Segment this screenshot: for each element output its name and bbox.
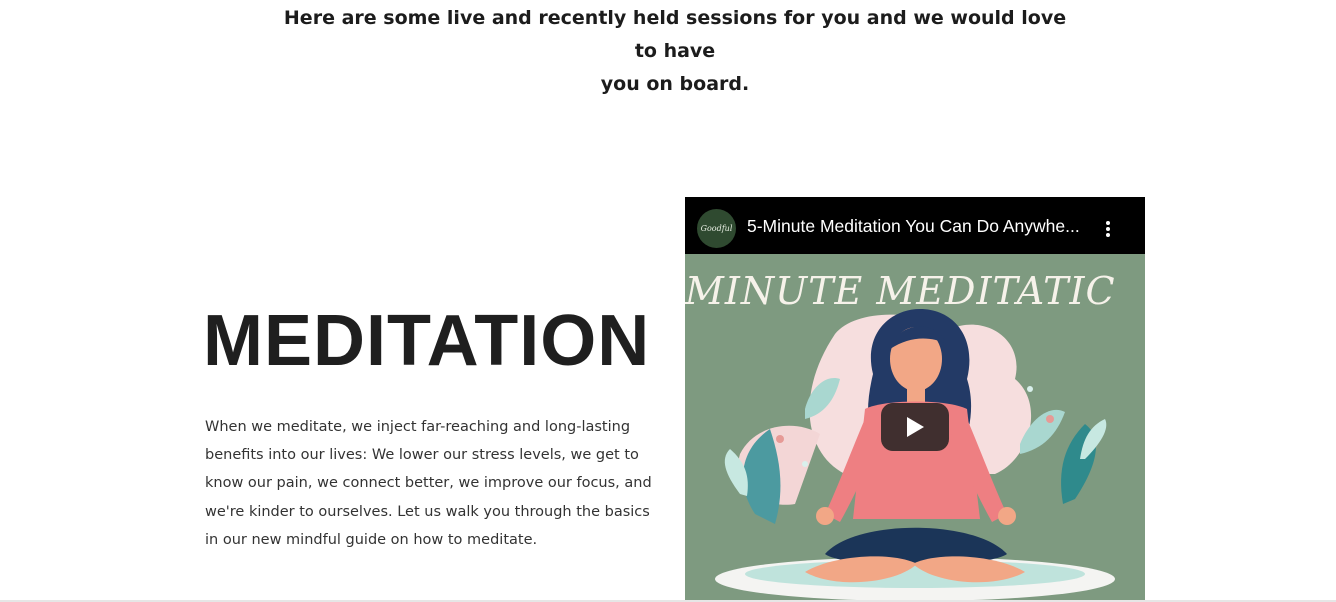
more-vertical-icon[interactable] (1097, 217, 1119, 241)
channel-logo-text: Goodful (700, 224, 733, 233)
intro-line-1: Here are some live and recently held ses… (283, 7, 1067, 62)
video-title-bar: Goodful 5-Minute Meditation You Can Do A… (685, 197, 1145, 254)
video-title[interactable]: 5-Minute Meditation You Can Do Anywhe... (747, 216, 1092, 237)
intro-line-2: you on board. (600, 73, 750, 95)
channel-avatar[interactable]: Goodful (697, 209, 736, 248)
intro-text: Here are some live and recently held ses… (280, 2, 1070, 101)
video-embed[interactable]: Goodful 5-Minute Meditation You Can Do A… (685, 197, 1145, 601)
play-button[interactable] (881, 403, 949, 451)
section-heading: MEDITATION (203, 301, 651, 381)
page: Here are some live and recently held ses… (0, 0, 1336, 602)
play-icon (907, 417, 924, 437)
thumbnail-text: MINUTE MEDITATIC (685, 269, 1116, 313)
section-description: When we meditate, we inject far-reaching… (205, 419, 652, 548)
